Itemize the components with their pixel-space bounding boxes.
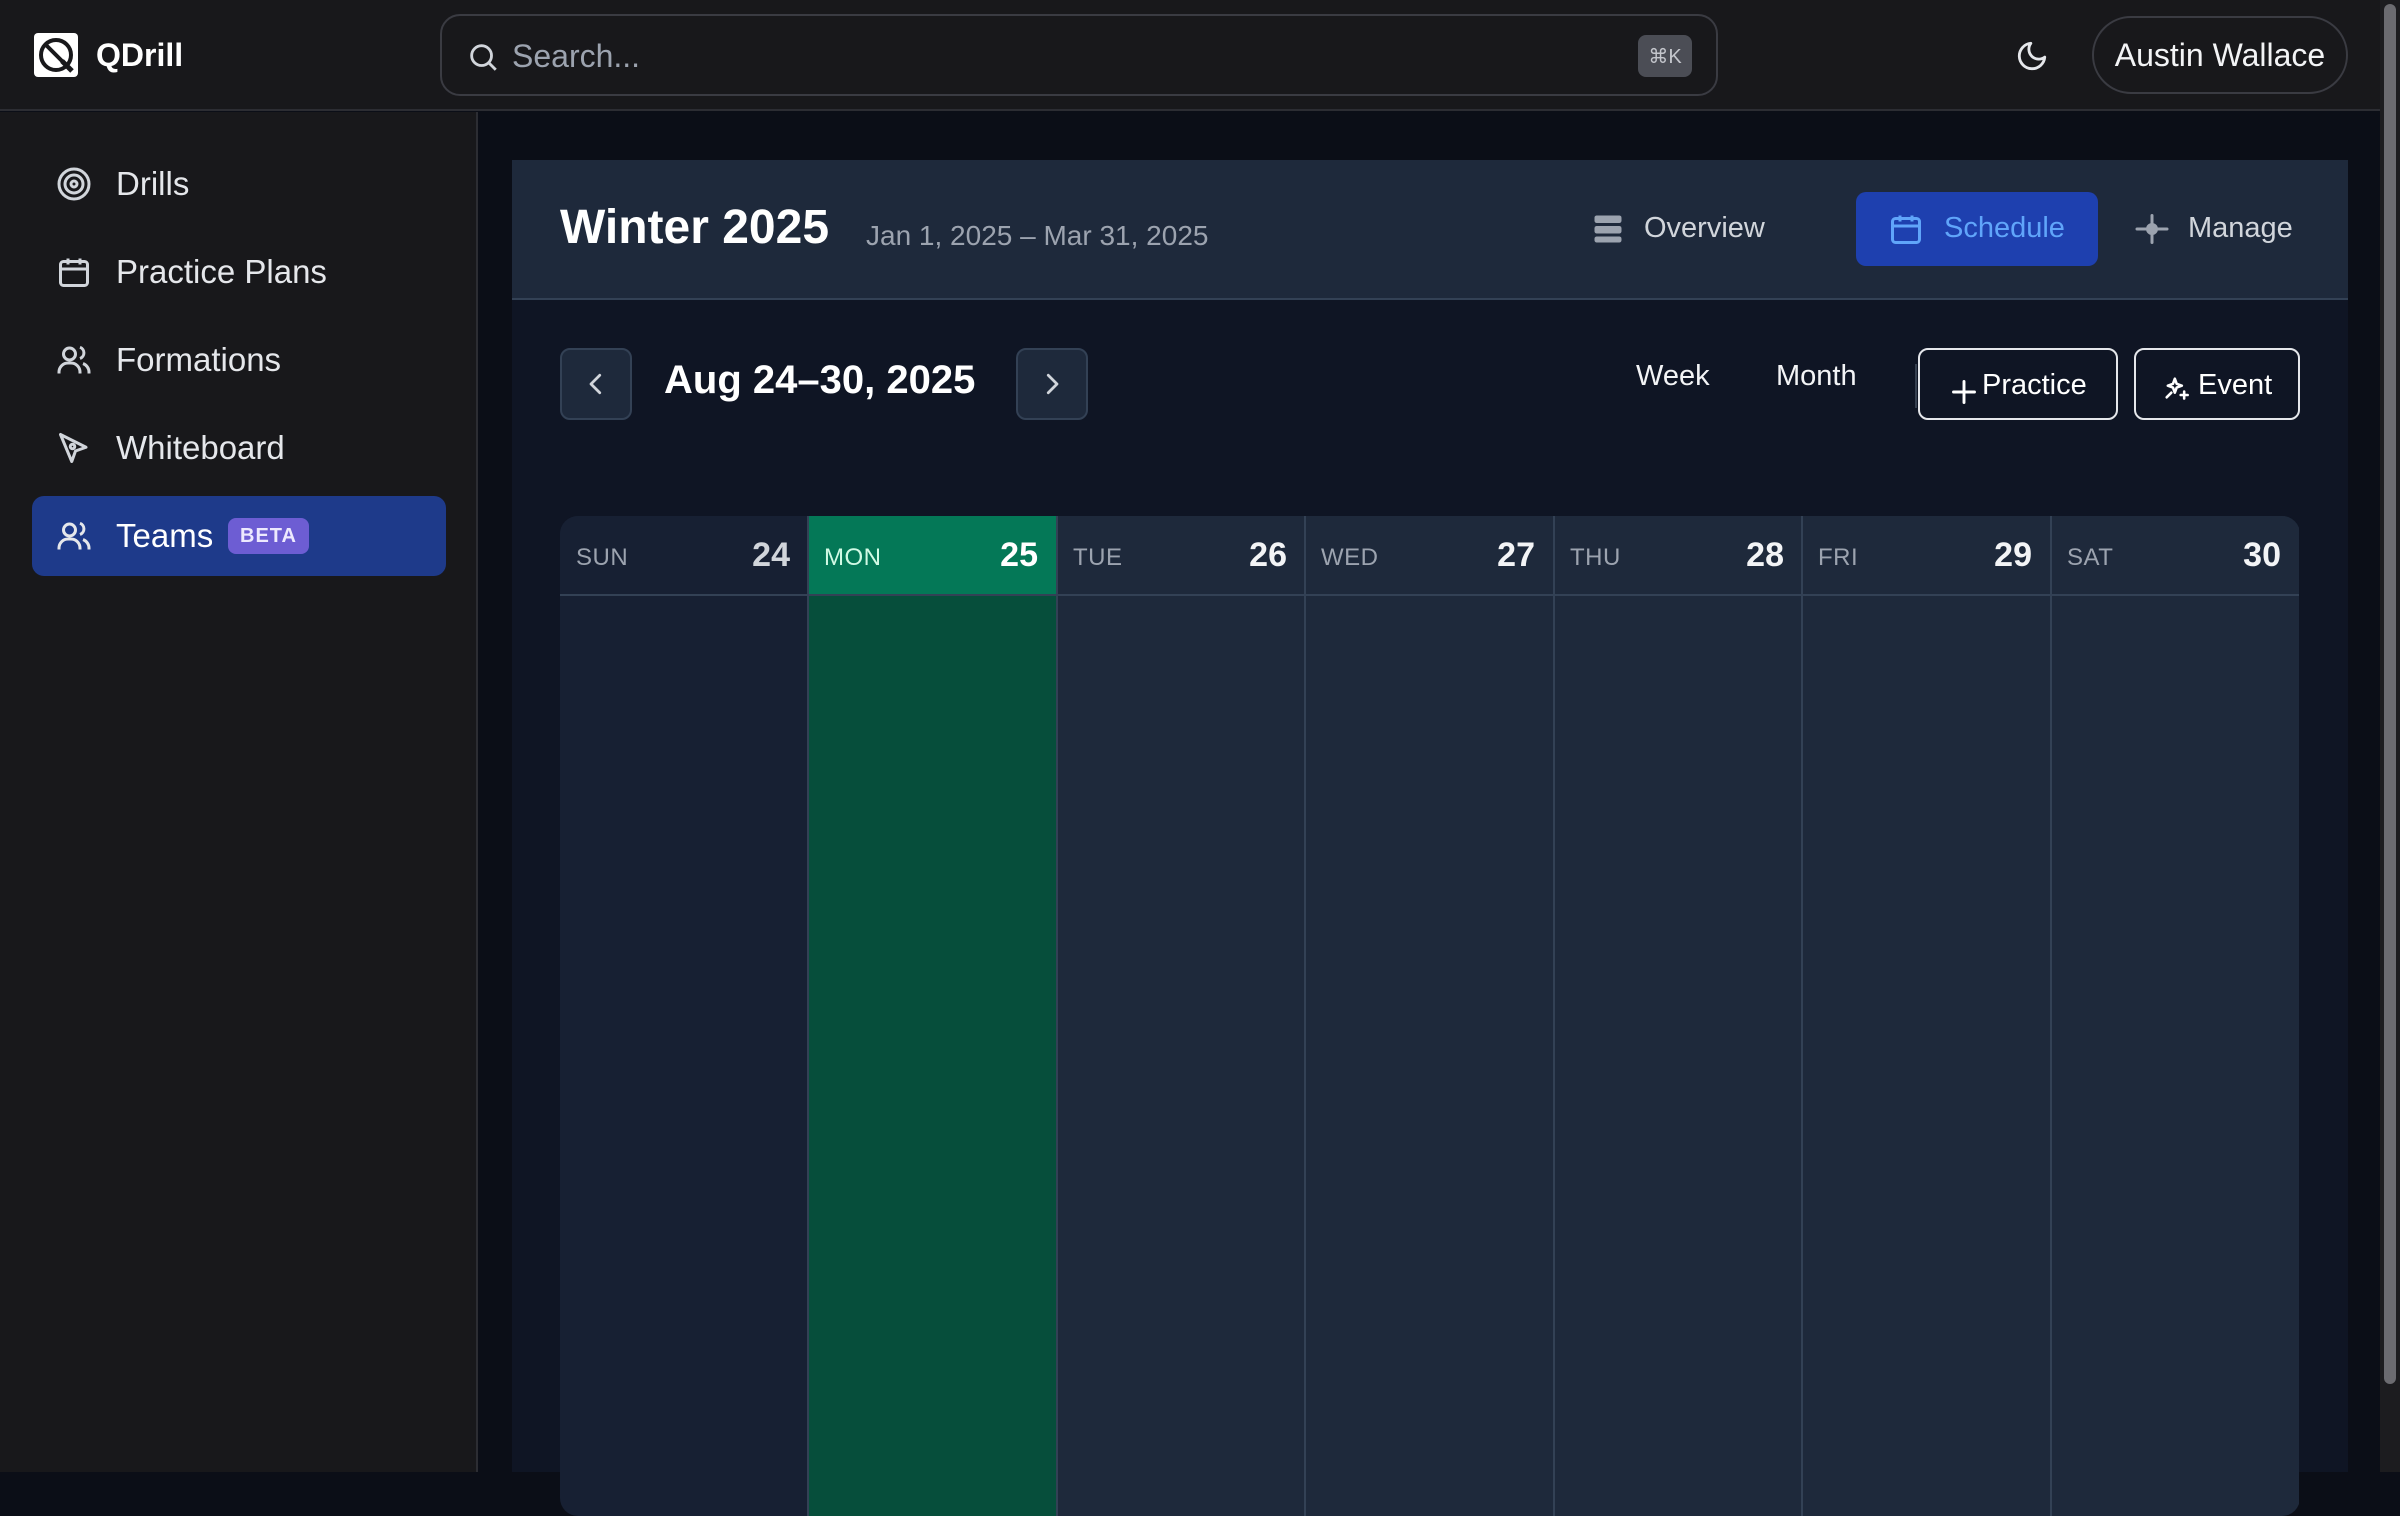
sidebar-item-label: Formations	[116, 341, 282, 378]
season-date-range: Jan 1, 2025 – Mar 31, 2025	[866, 220, 1209, 251]
calendar-icon	[59, 258, 89, 287]
beta-badge: BETA	[228, 518, 309, 554]
day-column-tue[interactable]: TUE 26	[1057, 516, 1305, 1516]
add-event-button[interactable]: Event	[2134, 348, 2300, 420]
sidebar: Drills Practice Plans Formations Whitebo…	[0, 112, 478, 1472]
theme-toggle-button[interactable]	[2010, 34, 2054, 78]
main-content: Winter 2025 Jan 1, 2025 – Mar 31, 2025 O…	[480, 112, 2380, 1516]
sidebar-item-drills[interactable]: Drills	[32, 144, 446, 224]
chevron-left-icon	[589, 373, 602, 395]
add-practice-button[interactable]: Practice	[1918, 348, 2118, 420]
tab-label: Schedule	[1944, 212, 2065, 244]
sidebar-item-label: Whiteboard	[116, 429, 285, 466]
day-column-sun[interactable]: SUN 24	[560, 516, 808, 1516]
add-practice-label: Practice	[1982, 369, 2087, 401]
day-header: MON 25	[808, 516, 1056, 596]
column-divider	[1304, 516, 1306, 1516]
chevron-right-icon	[1046, 373, 1059, 395]
top-bar: QDrill ⌘K Austin Wallace	[0, 0, 2380, 111]
layers-icon	[1594, 215, 1622, 243]
sidebar-item-label: Teams	[116, 517, 214, 554]
user-menu-button[interactable]: Austin Wallace	[2092, 16, 2348, 94]
day-header: SAT 30	[2051, 516, 2299, 596]
users-icon	[57, 345, 91, 374]
day-header: FRI 29	[1802, 516, 2050, 596]
column-divider	[2050, 516, 2052, 1516]
pen-tool-icon	[59, 433, 88, 463]
sidebar-item-label: Drills	[116, 165, 190, 202]
day-column-mon[interactable]: MON 25	[808, 516, 1056, 1516]
day-header: WED 27	[1305, 516, 1553, 596]
page-scrollbar[interactable]	[2380, 0, 2400, 1472]
sidebar-item-whiteboard[interactable]: Whiteboard	[32, 408, 446, 488]
add-event-label: Event	[2198, 369, 2273, 401]
sidebar-item-teams[interactable]: Teams BETA	[32, 496, 446, 576]
search-bar[interactable]: ⌘K	[440, 14, 1718, 96]
tab-label: Overview	[1644, 212, 1765, 244]
sidebar-item-practice-plans[interactable]: Practice Plans	[32, 232, 446, 312]
week-calendar: SUN 24 MON 25 TUE 26 WED 27 THU 28 FRI 2…	[560, 516, 2300, 1516]
sparkle-plus-icon	[2165, 377, 2189, 400]
day-column-fri[interactable]: FRI 29	[1802, 516, 2050, 1516]
search-icon	[470, 44, 497, 71]
column-divider	[1801, 516, 1803, 1516]
plus-icon	[1952, 380, 1976, 404]
column-divider	[807, 516, 809, 1516]
day-number: 27	[1497, 536, 1535, 574]
sidebar-item-formations[interactable]: Formations	[32, 320, 446, 400]
day-number: 28	[1746, 536, 1784, 574]
tab-label: Manage	[2188, 212, 2293, 244]
day-column-sat[interactable]: SAT 30	[2051, 516, 2299, 1516]
tab-schedule[interactable]: Schedule	[1856, 192, 2098, 266]
day-number: 24	[752, 536, 790, 574]
next-week-button[interactable]	[1016, 348, 1088, 420]
day-column-wed[interactable]: WED 27	[1305, 516, 1553, 1516]
day-name: WED	[1321, 544, 1379, 571]
previous-week-button[interactable]	[560, 348, 632, 420]
calendar-icon	[1891, 215, 1921, 244]
sidebar-item-label: Practice Plans	[116, 253, 327, 290]
scrollbar-thumb[interactable]	[2384, 4, 2396, 1384]
day-name: FRI	[1818, 544, 1859, 571]
search-input[interactable]	[512, 32, 1512, 80]
column-divider	[1553, 516, 1555, 1516]
tab-overview[interactable]: Overview	[1570, 192, 1770, 266]
app-name: QDrill	[96, 36, 184, 73]
users-icon	[57, 521, 91, 550]
season-panel: Winter 2025 Jan 1, 2025 – Mar 31, 2025 O…	[512, 160, 2348, 1516]
day-name: MON	[824, 544, 882, 571]
day-header: SUN 24	[560, 516, 808, 596]
day-header: THU 28	[1554, 516, 1802, 596]
settings-sliders-icon	[2135, 214, 2169, 244]
brand[interactable]: QDrill	[32, 30, 183, 80]
week-view-button[interactable]: Week	[1636, 360, 1710, 393]
date-range-label: Aug 24–30, 2025	[664, 358, 976, 402]
day-name: SAT	[2067, 544, 2114, 571]
day-name: THU	[1570, 544, 1621, 571]
day-header: TUE 26	[1057, 516, 1305, 596]
month-view-button[interactable]: Month	[1776, 360, 1857, 393]
day-column-thu[interactable]: THU 28	[1554, 516, 1802, 1516]
column-divider	[1056, 516, 1058, 1516]
qdrill-logo-icon	[34, 33, 78, 77]
toolbar-divider	[1915, 364, 1917, 408]
day-name: TUE	[1073, 544, 1123, 571]
moon-icon	[2017, 41, 2047, 71]
search-shortcut-badge: ⌘K	[1638, 35, 1692, 77]
target-icon	[57, 167, 91, 201]
tab-manage[interactable]: Manage	[2112, 192, 2312, 266]
day-number: 26	[1249, 536, 1287, 574]
season-header: Winter 2025 Jan 1, 2025 – Mar 31, 2025 O…	[512, 160, 2348, 300]
day-number: 29	[1994, 536, 2032, 574]
day-name: SUN	[576, 544, 629, 571]
day-number: 25	[1000, 536, 1038, 574]
page-title: Winter 2025	[560, 201, 830, 254]
day-number: 30	[2243, 536, 2281, 574]
